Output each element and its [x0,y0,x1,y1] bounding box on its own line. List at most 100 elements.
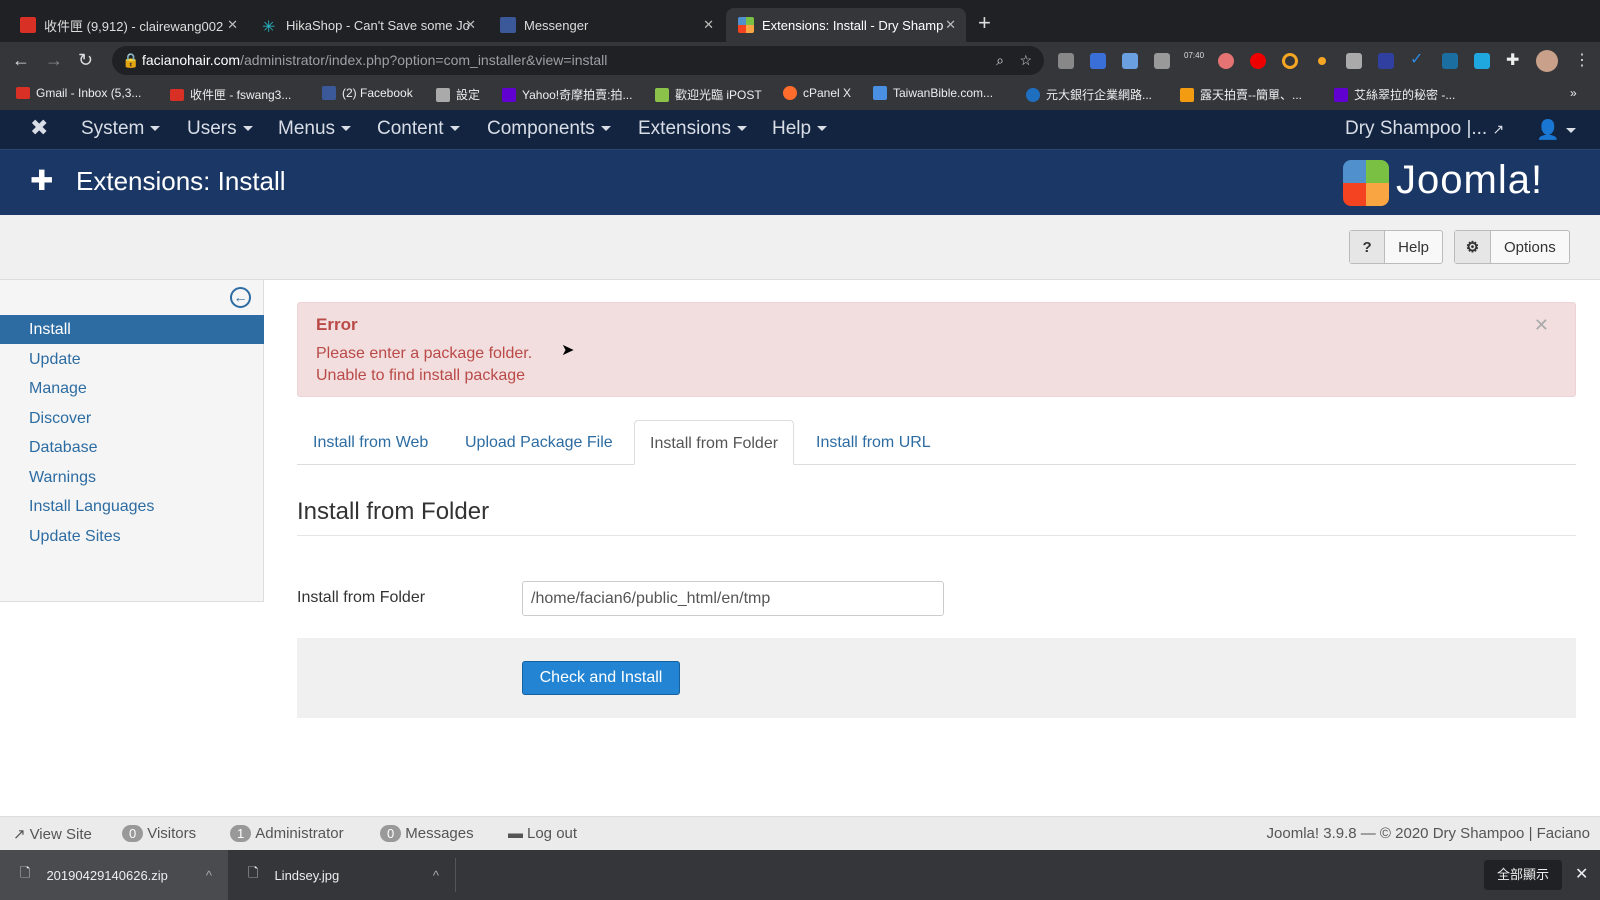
hikashop-icon: ✳ [262,19,276,36]
bookmark[interactable]: (2) Facebook [322,86,413,100]
facebook-icon [322,86,336,100]
question-icon: ? [1350,231,1386,263]
close-downloads-icon[interactable]: ✕ [1575,864,1588,884]
alert-message: Please enter a package folder. [316,345,533,362]
chevron-up-icon[interactable]: ^ [206,868,212,883]
collapse-sidebar-icon[interactable]: ← [230,287,251,308]
reload-icon[interactable]: ↻ [78,50,93,71]
bookmark[interactable]: 設定 [436,86,480,103]
extensions-puzzle-icon[interactable]: ✚ [1506,50,1522,69]
menu-help[interactable]: Help [772,118,828,140]
back-icon[interactable]: ← [12,50,30,71]
close-tab-icon[interactable]: ✕ [465,17,476,33]
zoom-icon[interactable]: ⌕ [996,46,1004,75]
form-actions: Check and Install [297,638,1576,718]
close-tab-icon[interactable]: ✕ [945,17,956,33]
menu-menus[interactable]: Menus [278,118,352,140]
browser-tab[interactable]: Messenger ✕ [488,8,724,42]
extension-icon[interactable] [1378,53,1394,69]
help-button[interactable]: ? Help [1349,230,1443,264]
menu-users[interactable]: Users [187,118,253,140]
sidebar-item-warnings[interactable]: Warnings [0,463,264,492]
yahoo-icon [1334,87,1348,102]
download-item[interactable]: 🗋 20190429140626.zip ^ [0,850,228,900]
new-tab-button[interactable]: + [978,10,991,36]
site-link[interactable]: Dry Shampoo |... ↗ [1345,118,1504,140]
page-title: Extensions: Install [76,166,286,196]
logout-link[interactable]: ▬ Log out [508,825,577,842]
menu-system[interactable]: System [81,118,161,140]
tab-install-from-web[interactable]: Install from Web [298,420,443,465]
bookmark-star-icon[interactable]: ☆ [1019,46,1032,75]
bookmark[interactable]: 收件匣 - fswang3... [170,86,291,103]
bookmark[interactable]: 元大銀行企業網路... [1026,86,1152,103]
extension-icon[interactable] [1090,53,1106,69]
tab-install-from-url[interactable]: Install from URL [801,420,946,465]
ruten-icon [1180,87,1194,102]
bookmark[interactable]: TaiwanBible.com... [873,86,993,100]
extension-icon[interactable] [1474,53,1490,69]
extension-icon[interactable] [1346,53,1362,69]
bookmark[interactable]: 露天拍賣--簡單、... [1180,86,1302,103]
extension-icon[interactable] [1442,53,1458,69]
bookmark[interactable]: Yahoo!奇摩拍賣:拍... [502,86,632,103]
bookmark[interactable]: Gmail - Inbox (5,3... [16,86,141,100]
browser-tab-active[interactable]: Extensions: Install - Dry Shamp ✕ [726,8,966,42]
extension-icon[interactable] [1282,53,1298,69]
download-item[interactable]: 🗋 Lindsey.jpg ^ [230,858,456,892]
sidebar-item-database[interactable]: Database [0,433,264,462]
url-input[interactable]: 🔒 facianohair.com/administrator/index.php… [112,46,1044,75]
profile-avatar[interactable] [1536,50,1558,72]
sidebar-item-manage[interactable]: Manage [0,374,264,403]
bookmark[interactable]: 歡迎光臨 iPOST [655,86,762,103]
sidebar-item-install-languages[interactable]: Install Languages [0,492,264,521]
external-link-icon: ↗ [13,826,26,843]
messages-status[interactable]: 0 Messages [380,825,474,842]
sidebar-item-install[interactable]: Install [0,315,264,344]
close-tab-icon[interactable]: ✕ [703,17,714,33]
ipost-icon [655,87,669,102]
check-extension-icon[interactable]: ✓ [1410,49,1426,68]
joomla-logo-text: Joomla! [1396,158,1544,202]
view-site-link[interactable]: ↗ View Site [13,825,92,844]
sidebar-item-update-sites[interactable]: Update Sites [0,522,264,551]
close-tab-icon[interactable]: ✕ [227,17,238,33]
extension-icon[interactable] [1318,57,1326,65]
settings-icon [436,87,450,102]
check-and-install-button[interactable]: Check and Install [522,661,680,695]
menu-content[interactable]: Content [377,118,460,140]
visitors-status[interactable]: 0 Visitors [122,825,196,842]
sidebar-item-discover[interactable]: Discover [0,404,264,433]
options-button[interactable]: ⚙ Options [1454,230,1570,264]
toolbar: ? Help ⚙ Options [0,215,1600,280]
caret-down-icon [341,126,352,132]
extension-icon[interactable] [1154,53,1170,69]
browser-tab[interactable]: 收件匣 (9,912) - clairewang002 ✕ [8,8,248,42]
administrator-status[interactable]: 1 Administrator [230,825,344,842]
cpanel-icon [783,86,797,100]
browser-menu-icon[interactable]: ⋮ [1574,50,1590,70]
tab-install-from-folder[interactable]: Install from Folder [634,420,795,465]
google-drive-extension-icon[interactable] [1058,53,1074,69]
more-bookmarks-icon[interactable]: » [1570,86,1577,100]
install-folder-input[interactable] [522,581,944,616]
browser-tab[interactable]: ✳ HikaShop - Can't Save some Jo ✕ [250,8,486,42]
chevron-up-icon[interactable]: ^ [433,868,439,883]
shield-extension-icon[interactable] [1218,53,1234,69]
taiwanbible-icon [873,86,887,100]
bookmark[interactable]: 艾絲翠拉的秘密 -... [1334,86,1455,103]
menu-components[interactable]: Components [487,118,611,140]
bookmark[interactable]: cPanel X [783,86,851,100]
adblock-icon[interactable] [1250,53,1266,69]
forward-icon[interactable]: → [45,50,63,71]
extension-icon[interactable] [1122,53,1138,69]
address-bar-row: ← → ↻ 🔒 facianohair.com/administrator/ind… [0,42,1600,79]
clock-extension[interactable]: 07:40 [1184,51,1204,60]
joomla-menu-icon[interactable]: ✖ [30,115,48,141]
menu-extensions[interactable]: Extensions [638,118,747,140]
show-all-downloads-button[interactable]: 全部顯示 [1484,860,1562,890]
close-alert-icon[interactable]: ✕ [1534,315,1549,336]
user-menu[interactable]: 👤 [1536,118,1576,142]
sidebar-item-update[interactable]: Update [0,345,264,374]
tab-upload-package-file[interactable]: Upload Package File [450,420,628,465]
